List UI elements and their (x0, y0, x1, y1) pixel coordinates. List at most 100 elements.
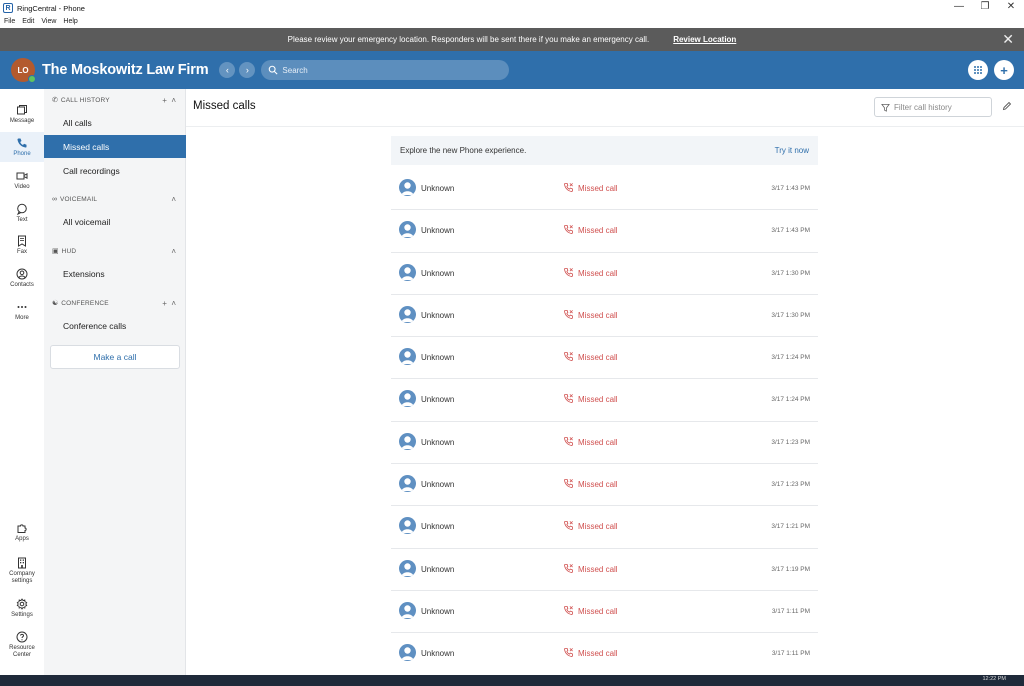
section-voicemail[interactable]: ∞ VOICEMAIL ˄ (44, 192, 186, 206)
missed-call-status: Missed call (578, 184, 618, 193)
search-input[interactable]: Search (282, 66, 307, 75)
minimize-icon[interactable]: — (946, 0, 972, 16)
filter-call-history-field[interactable]: Filter call history (874, 97, 992, 117)
section-collapse-icon[interactable]: ˄ (171, 247, 176, 256)
call-timestamp: 3/17 1:24 PM (771, 396, 810, 404)
dialpad-button[interactable] (968, 60, 988, 80)
missed-call-status: Missed call (578, 310, 618, 320)
restore-icon[interactable]: ❐ (972, 0, 998, 16)
filter-input[interactable]: Filter call history (894, 103, 952, 112)
caller-name[interactable]: Unknown (421, 565, 454, 574)
contact-avatar-icon (399, 179, 416, 196)
rail-item-message[interactable]: Message (0, 99, 44, 129)
os-taskbar: 12:22 PM (0, 675, 1024, 686)
section-hud[interactable]: ▣ HUD ˄ (44, 244, 186, 258)
table-row[interactable]: Unknown Missed call 3/17 1:24 PM (391, 337, 818, 380)
table-row[interactable]: Unknown Missed call 3/17 1:23 PM (391, 464, 818, 507)
banner-close-icon[interactable]: ✕ (1002, 31, 1014, 47)
puzzle-icon (17, 523, 27, 533)
rail-item-phone[interactable]: Phone (0, 132, 44, 162)
rail-item-company-settings[interactable]: Company settings (0, 554, 44, 588)
close-window-icon[interactable]: ✕ (998, 0, 1024, 16)
page-title: Missed calls (193, 100, 256, 112)
call-timestamp: 3/17 1:43 PM (771, 227, 810, 235)
taskbar-clock: 12:22 PM (982, 676, 1006, 682)
menu-edit[interactable]: Edit (22, 18, 34, 25)
promo-banner: Explore the new Phone experience. Try it… (391, 136, 818, 165)
table-row[interactable]: Unknown Missed call 3/17 1:24 PM (391, 379, 818, 422)
rail-item-settings[interactable]: Settings (0, 593, 44, 623)
caller-name[interactable]: Unknown (421, 649, 454, 658)
call-timestamp: 3/17 1:30 PM (771, 269, 810, 277)
fax-icon (18, 235, 26, 247)
contact-avatar-icon (399, 390, 416, 408)
section-conference[interactable]: ☯ CONFERENCE + ˄ (44, 296, 186, 310)
section-call-history[interactable]: ✆ CALL HISTORY + ˄ (44, 93, 186, 107)
caller-name[interactable]: Unknown (421, 311, 454, 320)
missed-call-status: Missed call (578, 353, 618, 363)
nav-item-call-recordings[interactable]: Call recordings (44, 159, 186, 182)
nav-item-conference-calls[interactable]: Conference calls (44, 314, 186, 337)
ringcentral-app-icon: R (3, 3, 13, 13)
nav-item-all-calls[interactable]: All calls (44, 111, 186, 134)
missed-call-icon (564, 563, 573, 573)
caller-name[interactable]: Unknown (421, 607, 454, 616)
caller-name[interactable]: Unknown (421, 269, 454, 278)
table-row[interactable]: Unknown Missed call 3/17 1:11 PM (391, 591, 818, 634)
app-window: R RingCentral - Phone — ❐ ✕ File Edit Vi… (0, 0, 1024, 686)
try-it-now-link[interactable]: Try it now (775, 146, 809, 155)
user-avatar[interactable]: LO (11, 58, 36, 83)
rail-item-text[interactable]: Text (0, 198, 44, 228)
caller-name[interactable]: Unknown (421, 184, 454, 193)
missed-call-icon (564, 352, 573, 362)
menu-bar: File Edit View Help (0, 16, 1024, 27)
rail-item-video[interactable]: Video (0, 165, 44, 195)
table-row[interactable]: Unknown Missed call 3/17 1:21 PM (391, 506, 818, 549)
menu-file[interactable]: File (4, 18, 15, 25)
table-row[interactable]: Unknown Missed call 3/17 1:19 PM (391, 549, 818, 591)
avatar-initials: LO (17, 65, 29, 75)
pencil-icon[interactable] (1002, 101, 1012, 111)
gear-icon (16, 597, 28, 610)
new-action-button[interactable]: + (994, 60, 1014, 80)
search-bar[interactable]: Search (261, 60, 510, 80)
search-icon (269, 65, 278, 75)
menu-help[interactable]: Help (63, 18, 77, 25)
table-row[interactable]: Unknown Missed call 3/17 1:11 PM (391, 633, 818, 676)
rail-item-more[interactable]: More (0, 296, 44, 326)
caller-name[interactable]: Unknown (421, 395, 454, 404)
rail-item-resource-center[interactable]: Resource Center (0, 626, 44, 664)
review-location-link[interactable]: Review Location (673, 35, 736, 44)
forward-button[interactable]: › (239, 62, 256, 78)
caller-name[interactable]: Unknown (421, 438, 454, 447)
caller-name[interactable]: Unknown (421, 353, 454, 362)
rail-item-fax[interactable]: Fax (0, 230, 44, 260)
caller-name[interactable]: Unknown (421, 522, 454, 531)
menu-view[interactable]: View (41, 18, 56, 25)
section-controls[interactable]: + ˄ (162, 96, 176, 105)
divider (186, 126, 1024, 127)
table-row[interactable]: Unknown Missed call 3/17 1:23 PM (391, 422, 818, 465)
section-controls[interactable]: + ˄ (162, 299, 176, 308)
missed-call-status: Missed call (578, 268, 618, 278)
caller-name[interactable]: Unknown (421, 226, 454, 235)
contact-avatar-icon (399, 601, 416, 619)
table-row[interactable]: Unknown Missed call 3/17 1:43 PM (391, 168, 818, 211)
table-row[interactable]: Unknown Missed call 3/17 1:43 PM (391, 210, 818, 253)
nav-panel: ✆ CALL HISTORY + ˄ All calls Missed call… (44, 89, 186, 675)
table-row[interactable]: Unknown Missed call 3/17 1:30 PM (391, 295, 818, 338)
nav-item-all-voicemail[interactable]: All voicemail (44, 210, 186, 233)
table-row[interactable]: Unknown Missed call 3/17 1:30 PM (391, 253, 818, 295)
window-title: RingCentral - Phone (17, 3, 85, 13)
caller-name[interactable]: Unknown (421, 480, 454, 489)
rail-item-apps[interactable]: Apps (0, 517, 44, 547)
contact-avatar-icon (399, 432, 416, 450)
nav-item-extensions[interactable]: Extensions (44, 262, 186, 285)
section-collapse-icon[interactable]: ˄ (171, 195, 176, 204)
left-rail: Message Phone Video Text Fax Contacts Mo… (0, 89, 44, 675)
make-a-call-button[interactable]: Make a call (50, 345, 180, 369)
back-button[interactable]: ‹ (219, 62, 236, 78)
nav-item-missed-calls[interactable]: Missed calls (44, 135, 186, 158)
rail-item-contacts[interactable]: Contacts (0, 263, 44, 293)
missed-call-status: Missed call (578, 564, 618, 574)
